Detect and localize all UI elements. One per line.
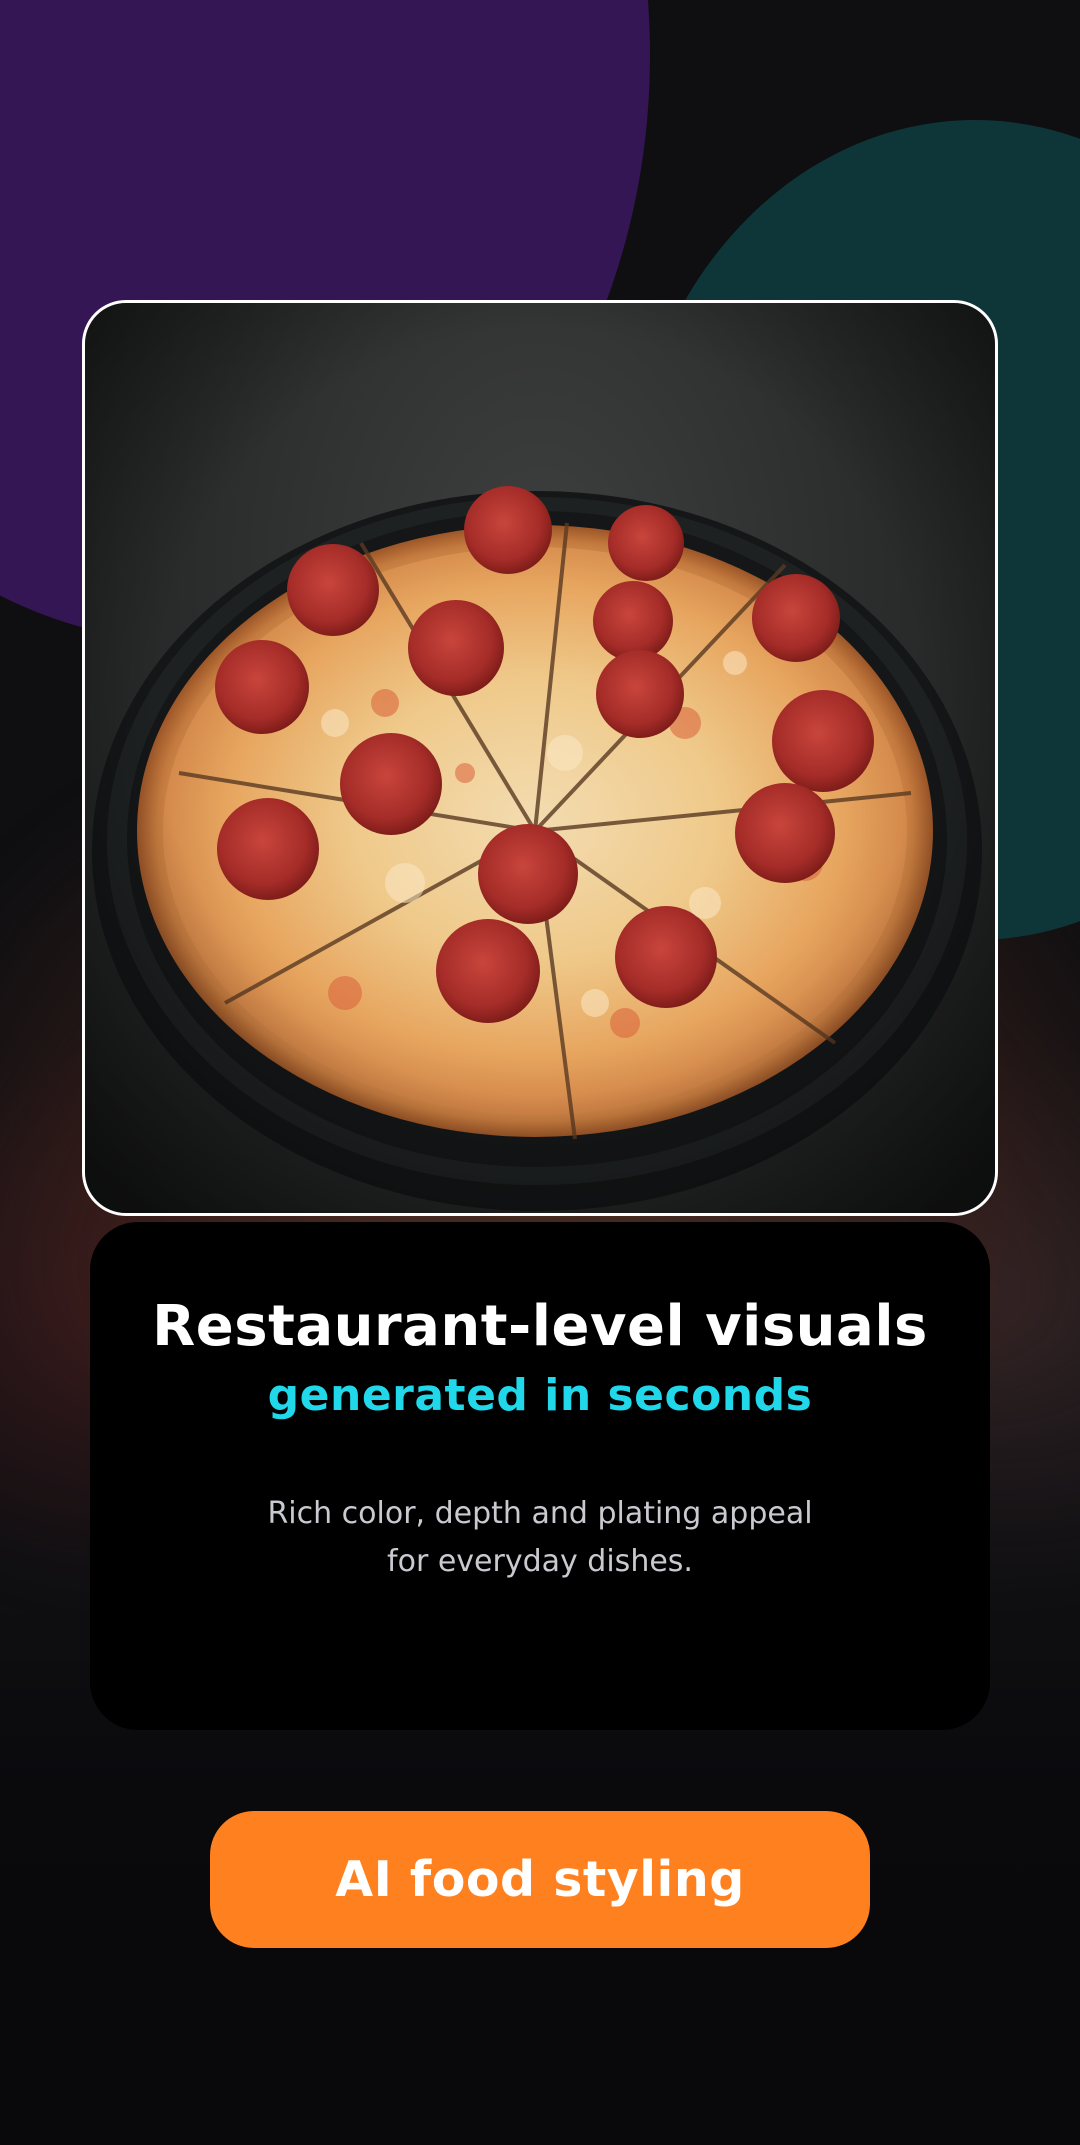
subheadline: generated in seconds	[267, 1370, 813, 1421]
description-line-1: Rich color, depth and plating appeal	[267, 1496, 813, 1531]
ai-food-styling-button[interactable]: AI food styling	[210, 1811, 870, 1948]
feature-text-card: Restaurant-level visuals generated in se…	[90, 1222, 990, 1730]
food-image-card	[82, 300, 998, 1216]
description: Rich color, depth and plating appeal for…	[190, 1490, 890, 1586]
pizza-image	[85, 303, 995, 1213]
headline: Restaurant-level visuals	[152, 1294, 928, 1359]
description-line-2: for everyday dishes.	[387, 1544, 693, 1579]
onboarding-screen: Restaurant-level visuals generated in se…	[0, 0, 1080, 2145]
